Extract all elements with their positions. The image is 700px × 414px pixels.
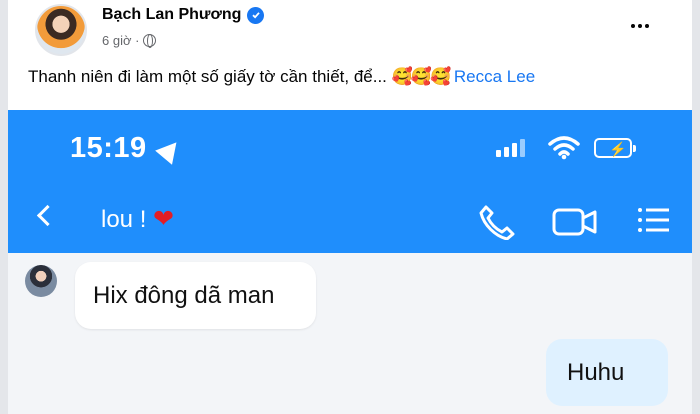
video-icon[interactable] — [552, 207, 598, 242]
wifi-icon — [548, 136, 580, 165]
emoji-icons: 🥰🥰🥰 — [391, 67, 451, 86]
sender-avatar — [25, 265, 57, 297]
post-header: Bạch Lan Phương 6 giờ · — [8, 0, 692, 62]
phone-icon[interactable] — [476, 202, 518, 245]
more-options-button[interactable] — [626, 14, 654, 38]
chat-messages: Hix đông dã man Huhu — [8, 253, 692, 414]
author-avatar[interactable] — [35, 4, 87, 56]
outgoing-message[interactable]: Huhu — [546, 339, 668, 406]
globe-icon — [143, 34, 157, 48]
author-name[interactable]: Bạch Lan Phương — [102, 6, 241, 24]
phone-header: 15:19 ⚡ lou ! ❤ — [8, 110, 692, 253]
message-text: Hix đông dã man — [93, 281, 275, 309]
facebook-post-card: Bạch Lan Phương 6 giờ · Thanh niên đi là… — [8, 0, 692, 414]
post-caption: Thanh niên đi làm một số giấy tờ cần thi… — [28, 67, 535, 87]
incoming-message[interactable]: Hix đông dã man — [75, 262, 316, 329]
message-text: Huhu — [567, 358, 625, 386]
caption-text: Thanh niên đi làm một số giấy tờ cần thi… — [28, 67, 387, 86]
back-icon[interactable] — [36, 204, 59, 227]
post-time[interactable]: 6 giờ · — [102, 33, 139, 48]
chat-title[interactable]: lou ! ❤ — [101, 204, 174, 234]
post-meta: 6 giờ · — [102, 33, 157, 48]
location-arrow-icon — [155, 135, 185, 165]
list-icon[interactable] — [637, 206, 671, 239]
mention-link[interactable]: Recca Lee — [454, 67, 535, 86]
heart-icon: ❤ — [153, 205, 174, 233]
signal-icon — [496, 139, 525, 157]
verified-icon — [247, 6, 265, 24]
battery-icon: ⚡ — [594, 138, 636, 158]
chat-name-text: lou ! — [101, 206, 147, 233]
embedded-chat-screenshot: 15:19 ⚡ lou ! ❤ Hix đông dã man Huhu — [8, 110, 692, 414]
status-time: 15:19 — [70, 132, 147, 164]
author-row: Bạch Lan Phương — [102, 6, 265, 24]
